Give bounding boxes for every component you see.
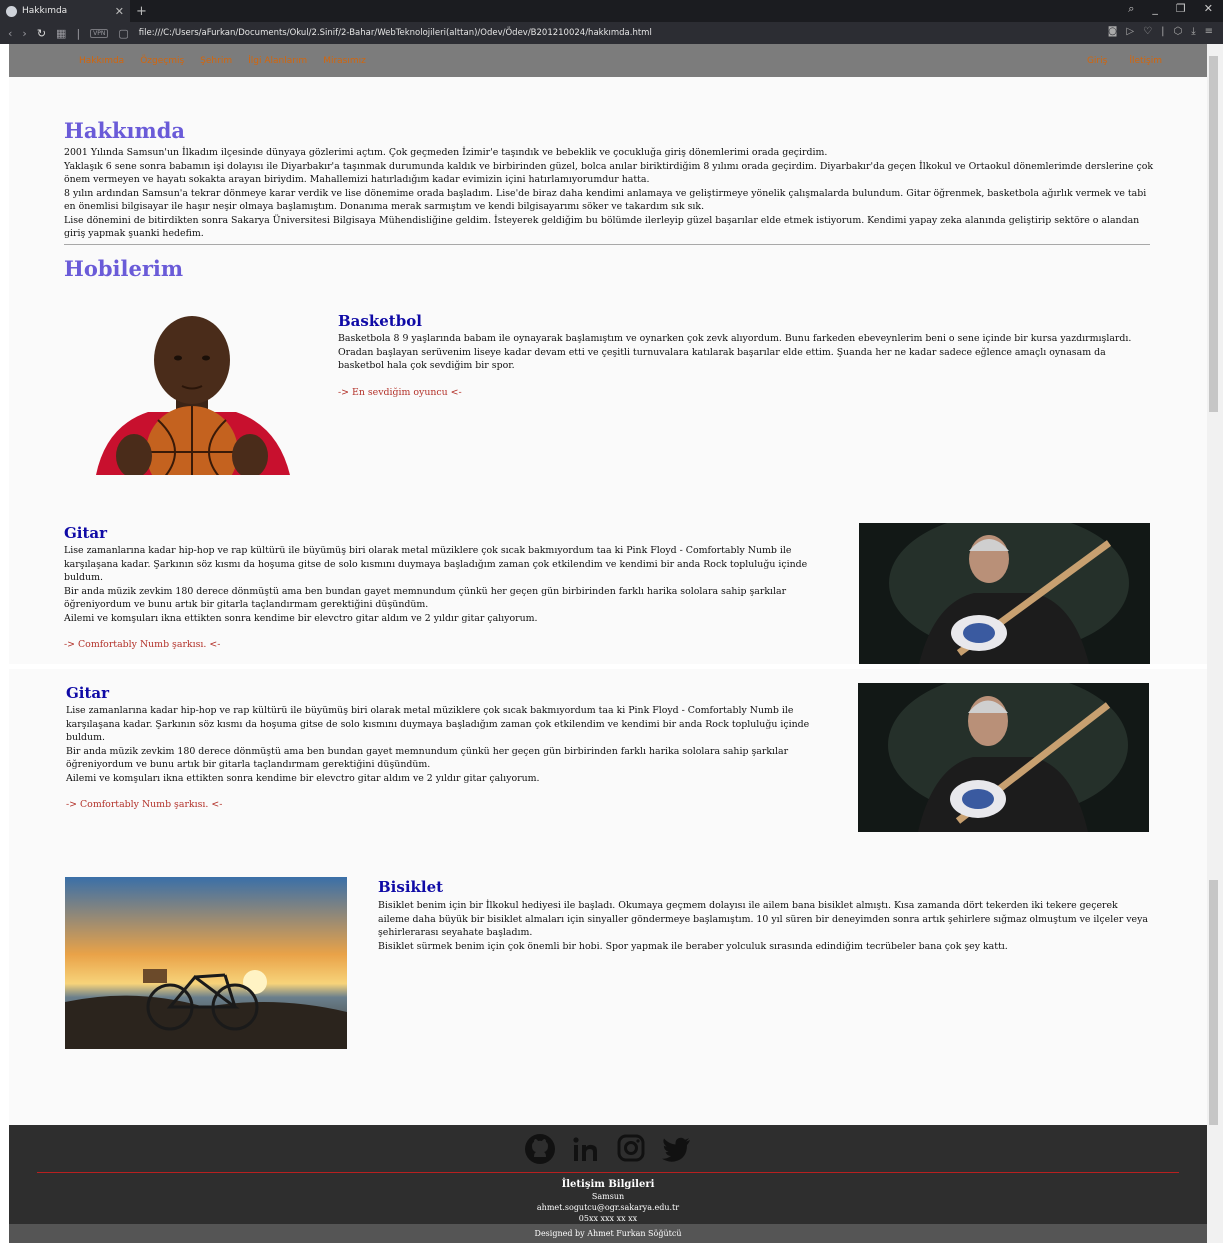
basketball-text: Basketbola 8 9 yaşlarında babam ile oyna… <box>338 333 1132 371</box>
designed-by: Designed by Ahmet Furkan Söğütcü <box>9 1224 1207 1243</box>
guitarist-image <box>858 683 1149 832</box>
github-icon[interactable] <box>524 1133 556 1165</box>
footer-divider <box>37 1172 1179 1173</box>
vpn-badge[interactable]: VPN <box>90 28 109 38</box>
guitar-title: Gitar <box>64 524 108 542</box>
favorite-player-link[interactable]: -> En sevdiğim oyuncu <- <box>338 387 462 398</box>
divider: | <box>76 26 81 40</box>
guitar-paragraph: Lise zamanlarına kadar hip-hop ve rap kü… <box>64 545 808 583</box>
address-bar: ‹ › ↻ ▦ | VPN ▢ file:///C:/Users/aFurkan… <box>0 22 1223 44</box>
nav-ozgecmis[interactable]: Özgeçmiş <box>140 56 184 66</box>
guitar-title: Gitar <box>66 684 110 702</box>
guitar-text: Lise zamanlarına kadar hip-hop ve rap kü… <box>64 544 834 625</box>
globe-icon <box>6 5 17 17</box>
guitar-text: Lise zamanlarına kadar hip-hop ve rap kü… <box>66 704 836 785</box>
back-icon[interactable]: ‹ <box>8 27 12 40</box>
scrollbar-thumb[interactable] <box>1209 56 1218 412</box>
social-links <box>9 1133 1207 1165</box>
guitarist-illustration <box>859 523 1150 664</box>
contact-phone: 05xx xxx xx xx <box>578 1214 638 1223</box>
site-footer: İletişim Bilgileri Samsun ahmet.sogutcu@… <box>9 1125 1207 1243</box>
contact-title: İletişim Bilgileri <box>561 1179 655 1190</box>
basketball-player-image <box>86 316 298 475</box>
contact-email[interactable]: ahmet.sogutcu@ogr.sakarya.edu.tr <box>9 1203 1207 1212</box>
guitarist-image <box>859 523 1150 664</box>
about-paragraph: 8 yılın ardından Samsun'a tekrar dönmeye… <box>64 187 1147 213</box>
tab-title: Hakkımda <box>22 6 68 16</box>
bicycle-image <box>65 877 347 1049</box>
url-field[interactable]: file:///C:/Users/aFurkan/Documents/Okul/… <box>139 28 652 38</box>
scrollbar-thumb[interactable] <box>1209 880 1218 1125</box>
menu-icon[interactable]: ≡ <box>1205 26 1213 37</box>
guitarist-illustration <box>858 683 1149 832</box>
guitar-paragraph: Ailemi ve komşuları ikna ettikten sonra … <box>66 772 540 784</box>
extension-icon[interactable]: ⬡ <box>1173 26 1182 37</box>
new-tab-icon[interactable]: + <box>136 4 147 19</box>
close-icon[interactable]: ✕ <box>115 5 124 18</box>
site-navbar: Hakkımda Özgeçmiş Şehrim İlgi Alanlarım … <box>9 44 1207 77</box>
guitar-paragraph: Bir anda müzik zevkim 180 derece dönmüşt… <box>64 585 787 611</box>
nav-mirasimiz[interactable]: Mirasımız <box>323 56 366 66</box>
contact-city: Samsun <box>591 1192 625 1201</box>
twitter-icon[interactable] <box>660 1133 692 1165</box>
nav-ilgi-alanlarim[interactable]: İlgi Alanlarım <box>248 56 307 66</box>
camera-icon[interactable]: ◙ <box>1108 26 1118 37</box>
page-icon: ▢ <box>118 26 129 40</box>
bicycle-title: Bisiklet <box>378 878 444 896</box>
nav-left: Hakkımda Özgeçmiş Şehrim İlgi Alanlarım … <box>79 56 366 66</box>
browser-tab-bar: Hakkımda ✕ + ⌕ _ ❐ ✕ <box>0 0 1223 22</box>
about-text: 2001 Yılında Samsun'un İlkadım ilçesinde… <box>64 146 1154 241</box>
download-icon[interactable]: ⤓ <box>1191 26 1195 37</box>
bicycle-text: Bisiklet benim için bir İlkokul hediyesi… <box>378 899 1150 953</box>
hobbies-title: Hobilerim <box>64 256 184 281</box>
nav-sehrim[interactable]: Şehrim <box>200 56 232 66</box>
bicycle-paragraph: Bisiklet benim için bir İlkokul hediyesi… <box>378 900 1148 938</box>
basketball-player-illustration <box>86 316 298 475</box>
restore-icon[interactable]: ❐ <box>1176 2 1186 16</box>
about-paragraph: Lise dönemini de bitirdikten sonra Sakar… <box>64 214 1140 240</box>
heart-icon[interactable]: ♡ <box>1143 26 1152 37</box>
basketball-title: Basketbol <box>338 312 422 330</box>
guitar-paragraph: Ailemi ve komşuları ikna ettikten sonra … <box>64 612 538 624</box>
send-icon[interactable]: ▷ <box>1126 26 1134 37</box>
about-paragraph: Yaklaşık 6 sene sonra babamın işi dolayı… <box>64 160 1154 186</box>
forward-icon[interactable]: › <box>22 27 26 40</box>
linkedin-icon[interactable] <box>570 1133 602 1165</box>
grid-icon[interactable]: ▦ <box>56 27 66 40</box>
guitar-paragraph: Bir anda müzik zevkim 180 derece dönmüşt… <box>66 745 789 771</box>
nav-hakkimda[interactable]: Hakkımda <box>79 56 124 66</box>
divider: | <box>1161 26 1165 37</box>
about-title: Hakkımda <box>64 118 186 143</box>
bicycle-sunset-illustration <box>65 877 347 1049</box>
divider <box>64 244 1150 245</box>
toolbar-icons: ◙ ▷ ♡ | ⬡ ⤓ ≡ <box>1108 26 1213 37</box>
reload-icon[interactable]: ↻ <box>37 27 46 40</box>
screenshot-seam <box>0 664 1207 669</box>
about-paragraph: 2001 Yılında Samsun'un İlkadım ilçesinde… <box>64 147 828 158</box>
close-window-icon[interactable]: ✕ <box>1204 2 1213 16</box>
instagram-icon[interactable] <box>616 1133 646 1163</box>
window-controls: ⌕ _ ❐ ✕ <box>1128 2 1213 16</box>
nav-iletisim[interactable]: İletişim <box>1129 56 1162 66</box>
comfortably-numb-link[interactable]: -> Comfortably Numb şarkısı. <- <box>66 799 222 810</box>
browser-tab[interactable]: Hakkımda ✕ <box>0 0 130 22</box>
nav-giris[interactable]: Giriş <box>1087 56 1107 66</box>
comfortably-numb-link[interactable]: -> Comfortably Numb şarkısı. <- <box>64 639 220 650</box>
guitar-paragraph: Lise zamanlarına kadar hip-hop ve rap kü… <box>66 705 810 743</box>
nav-right: Giriş İletişim <box>1087 56 1162 66</box>
bicycle-paragraph: Bisiklet sürmek benim için çok önemli bi… <box>378 940 1008 952</box>
search-icon[interactable]: ⌕ <box>1128 2 1134 16</box>
minimize-icon[interactable]: _ <box>1152 2 1158 16</box>
